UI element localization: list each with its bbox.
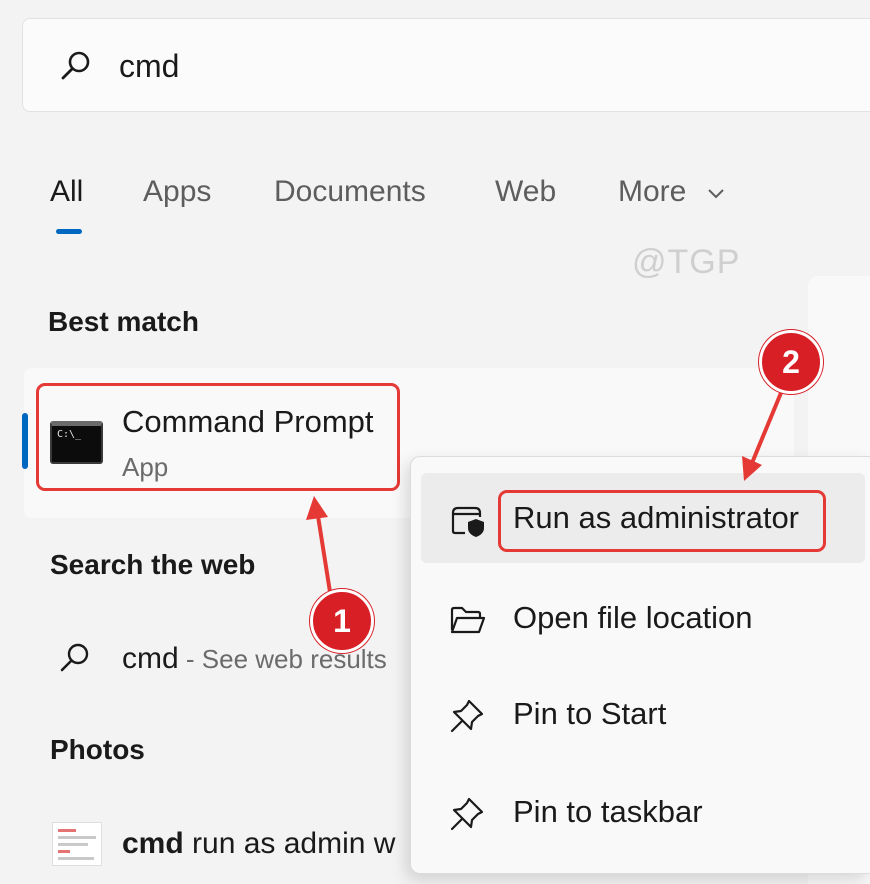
watermark: @TGP	[632, 243, 741, 281]
menu-label-pin-to-start: Pin to Start	[513, 696, 667, 731]
section-title-search-web: Search the web	[50, 549, 256, 580]
menu-item-pin-to-start[interactable]: Pin to Start	[421, 669, 865, 759]
folder-icon	[450, 606, 486, 634]
search-icon	[60, 643, 89, 672]
tab-all[interactable]: All	[50, 175, 83, 209]
filter-tabs: All Apps Documents Web More	[0, 170, 870, 240]
search-icon	[61, 51, 90, 80]
photo-result-bold: cmd	[122, 827, 184, 860]
tab-more[interactable]: More	[618, 175, 686, 209]
highlight-box-command-prompt	[36, 383, 400, 491]
chevron-down-icon[interactable]	[707, 188, 725, 200]
menu-item-open-file-location[interactable]: Open file location	[421, 573, 865, 663]
menu-label-open-file-location: Open file location	[513, 600, 753, 635]
search-box[interactable]: cmd	[22, 18, 870, 112]
photo-thumbnail	[52, 822, 102, 866]
search-input[interactable]: cmd	[119, 48, 179, 85]
section-title-photos: Photos	[50, 734, 145, 765]
photo-result[interactable]: cmd run as admin w	[122, 827, 395, 861]
pin-icon	[450, 699, 484, 733]
menu-item-pin-to-taskbar[interactable]: Pin to taskbar	[421, 767, 865, 857]
arrow-step-1	[316, 515, 332, 593]
active-tab-indicator	[56, 229, 82, 234]
tab-apps[interactable]: Apps	[143, 175, 211, 209]
highlight-box-run-as-administrator	[498, 490, 826, 552]
photo-result-rest: run as admin w	[183, 827, 396, 860]
tab-documents[interactable]: Documents	[274, 175, 426, 209]
pin-icon	[450, 797, 484, 831]
selection-indicator	[22, 413, 28, 469]
step-badge-2: 2	[759, 330, 823, 394]
menu-label-pin-to-taskbar: Pin to taskbar	[513, 794, 703, 829]
tab-web[interactable]: Web	[495, 175, 556, 209]
web-query: cmd	[122, 642, 179, 675]
shield-icon	[451, 506, 484, 537]
step-badge-1: 1	[310, 589, 374, 653]
section-title-best-match: Best match	[48, 306, 199, 337]
